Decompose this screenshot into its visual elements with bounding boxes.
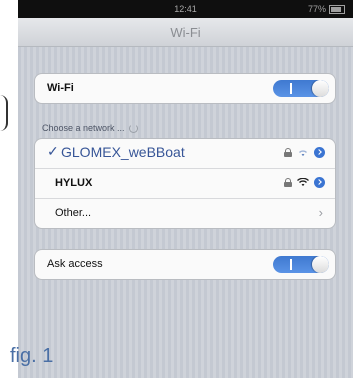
networks-header-text: Choose a network ... bbox=[42, 123, 125, 133]
figure-label: fig. 1 bbox=[10, 345, 54, 367]
wifi-signal-icon bbox=[299, 150, 307, 156]
network-list: ✓ GLOMEX_weBBoat HYLUX Other... › bbox=[34, 138, 336, 229]
networks-header: Choose a network ... bbox=[42, 123, 138, 134]
network-icons bbox=[284, 177, 325, 188]
battery-percent: 77% bbox=[307, 4, 326, 14]
other-label: Other... bbox=[55, 207, 92, 219]
wifi-toggle-group: Wi-Fi bbox=[34, 73, 336, 104]
chevron-right-icon: › bbox=[318, 205, 323, 220]
ask-access-label: Ask access bbox=[47, 258, 103, 270]
ask-access-row: Ask access bbox=[35, 250, 335, 279]
lock-icon bbox=[284, 178, 292, 187]
battery-indicator: 77% bbox=[308, 4, 345, 14]
detail-disclosure-icon[interactable] bbox=[314, 147, 325, 158]
wifi-signal-icon bbox=[297, 178, 309, 186]
toggle-knob bbox=[312, 80, 329, 97]
toggle-knob bbox=[312, 256, 329, 273]
navigation-bar: Wi-Fi bbox=[18, 18, 353, 47]
wifi-label: Wi-Fi bbox=[47, 82, 74, 94]
wifi-row: Wi-Fi bbox=[35, 74, 335, 103]
toggle-on-mark bbox=[290, 259, 292, 270]
spinner-icon bbox=[128, 124, 138, 134]
checkmark-icon: ✓ bbox=[47, 143, 59, 159]
ask-access-group: Ask access bbox=[34, 249, 336, 280]
detail-disclosure-icon[interactable] bbox=[314, 177, 325, 188]
network-icons bbox=[284, 147, 325, 158]
network-row-other[interactable]: Other... › bbox=[35, 199, 335, 228]
device-frame: 12:41 77% Wi-Fi Wi-Fi Choose a network .… bbox=[18, 0, 353, 378]
toggle-on-mark bbox=[290, 83, 292, 94]
page-title: Wi-Fi bbox=[170, 25, 201, 40]
network-name: GLOMEX_weBBoat bbox=[61, 144, 185, 160]
battery-icon bbox=[329, 4, 345, 14]
status-time: 12:41 bbox=[174, 4, 197, 14]
wifi-toggle-switch[interactable] bbox=[273, 80, 329, 97]
network-row-glomex[interactable]: ✓ GLOMEX_weBBoat bbox=[35, 139, 335, 169]
network-name: HYLUX bbox=[55, 177, 93, 189]
lock-icon bbox=[284, 148, 292, 157]
ask-access-toggle-switch[interactable] bbox=[273, 256, 329, 273]
network-row-hylux[interactable]: HYLUX bbox=[35, 169, 335, 199]
status-bar: 12:41 77% bbox=[18, 0, 353, 18]
screen: 12:41 77% Wi-Fi Wi-Fi Choose a network .… bbox=[18, 0, 353, 378]
left-bracket-mark bbox=[0, 95, 8, 131]
